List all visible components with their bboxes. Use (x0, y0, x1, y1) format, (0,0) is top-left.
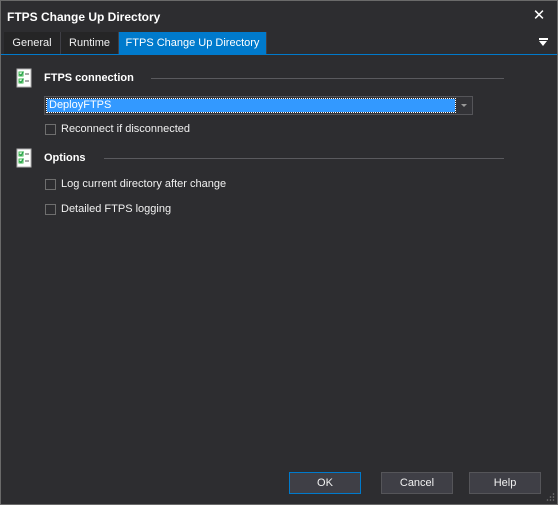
reconnect-checkbox[interactable] (45, 124, 56, 135)
section-divider (104, 158, 504, 159)
connection-select[interactable]: DeployFTPS (44, 96, 473, 115)
title-bar[interactable]: FTPS Change Up Directory ✕ (1, 1, 557, 31)
reconnect-label: Reconnect if disconnected (61, 123, 191, 135)
tab-general[interactable]: General (4, 32, 61, 54)
checklist-icon (16, 68, 32, 88)
detailed-logging-label: Detailed FTPS logging (61, 203, 172, 215)
section-divider (151, 78, 504, 79)
chevron-down-icon[interactable] (461, 104, 467, 107)
checklist-icon (16, 148, 32, 168)
cancel-button[interactable]: Cancel (381, 472, 453, 494)
log-directory-label: Log current directory after change (61, 178, 227, 190)
section-title-options: Options (44, 152, 86, 164)
dialog-window: FTPS Change Up Directory ✕ General Runti… (0, 0, 558, 505)
window-title: FTPS Change Up Directory (7, 10, 161, 24)
resize-grip-icon[interactable] (545, 492, 555, 502)
detailed-logging-checkbox[interactable] (45, 204, 56, 215)
ok-button[interactable]: OK (289, 472, 361, 494)
tab-overflow-menu-icon[interactable] (537, 34, 551, 50)
log-directory-checkbox[interactable] (45, 179, 56, 190)
tab-ftps-change-up-directory[interactable]: FTPS Change Up Directory (119, 32, 267, 54)
tab-runtime[interactable]: Runtime (61, 32, 119, 54)
close-icon[interactable]: ✕ (529, 6, 549, 26)
tab-bar: General Runtime FTPS Change Up Directory (1, 31, 557, 55)
help-button[interactable]: Help (469, 472, 541, 494)
section-title-ftps-connection: FTPS connection (44, 72, 134, 84)
connection-select-value: DeployFTPS (46, 98, 456, 113)
